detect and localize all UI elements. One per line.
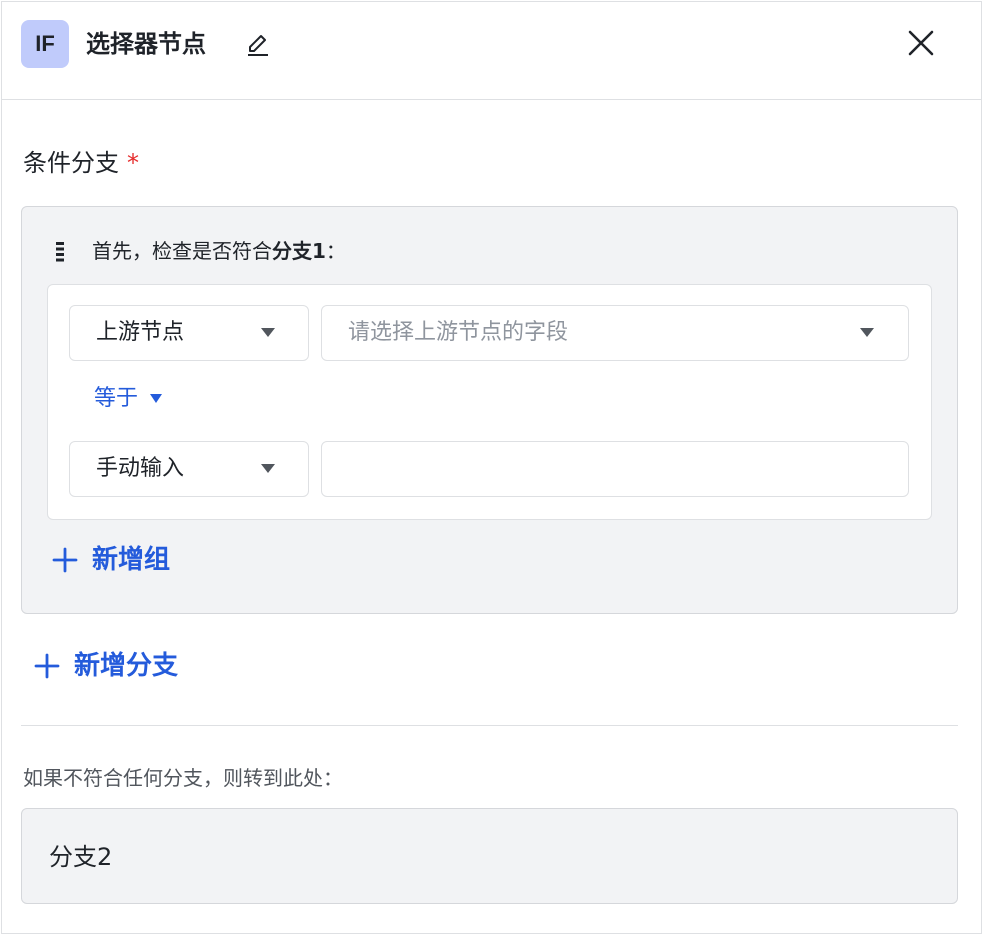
plus-icon: [52, 547, 78, 573]
chevron-down-icon: [150, 394, 163, 403]
plus-icon: [34, 653, 60, 679]
node-title: 选择器节点: [86, 30, 206, 58]
branch-card: 首先，检查是否符合分支1： 上游节点 请选择上游节点的字段 等于 手动输入 新增…: [21, 206, 958, 614]
fallback-branch-field[interactable]: 分支2: [21, 808, 958, 904]
add-group-label: 新增组: [92, 545, 171, 575]
branch-title-prefix: 首先，检查是否符合: [92, 239, 272, 263]
if-node-badge: IF: [21, 20, 69, 68]
chevron-down-icon: [261, 464, 275, 473]
operator-dropdown[interactable]: 等于: [94, 384, 163, 414]
value-input[interactable]: [321, 441, 909, 497]
value-mode-select[interactable]: 手动输入: [69, 441, 309, 497]
required-mark: *: [127, 149, 139, 177]
chevron-down-icon: [860, 328, 874, 337]
chevron-down-icon: [261, 328, 275, 337]
section-divider: [21, 725, 958, 726]
add-branch-label: 新增分支: [74, 651, 179, 681]
branch-title: 首先，检查是否符合分支1：: [92, 236, 346, 266]
source-select[interactable]: 上游节点: [69, 305, 309, 361]
panel-header: IF 选择器节点: [2, 2, 981, 100]
value-mode-value: 手动输入: [96, 456, 185, 481]
field-select[interactable]: 请选择上游节点的字段: [321, 305, 909, 361]
node-config-panel: IF 选择器节点 条件分支 * 首先，检查是否符合分支1： 上游节点 请选择上游…: [1, 1, 982, 934]
section-label-text: 条件分支: [23, 149, 119, 177]
condition-branch-label: 条件分支 *: [23, 146, 139, 180]
fallback-label: 如果不符合任何分支，则转到此处：: [23, 766, 343, 790]
edit-pencil-icon[interactable]: [245, 32, 271, 58]
add-branch-button[interactable]: 新增分支: [34, 648, 178, 684]
drag-handle-icon[interactable]: [55, 242, 65, 262]
operator-label: 等于: [94, 386, 139, 411]
close-icon[interactable]: [904, 26, 938, 60]
add-group-button[interactable]: 新增组: [52, 542, 170, 578]
branch-title-suffix: ：: [325, 239, 346, 263]
fallback-branch-value: 分支2: [49, 843, 113, 871]
branch-name: 分支1: [272, 239, 326, 263]
source-select-value: 上游节点: [96, 320, 185, 345]
field-select-placeholder: 请选择上游节点的字段: [348, 320, 569, 345]
condition-group: 上游节点 请选择上游节点的字段 等于 手动输入: [47, 284, 932, 520]
